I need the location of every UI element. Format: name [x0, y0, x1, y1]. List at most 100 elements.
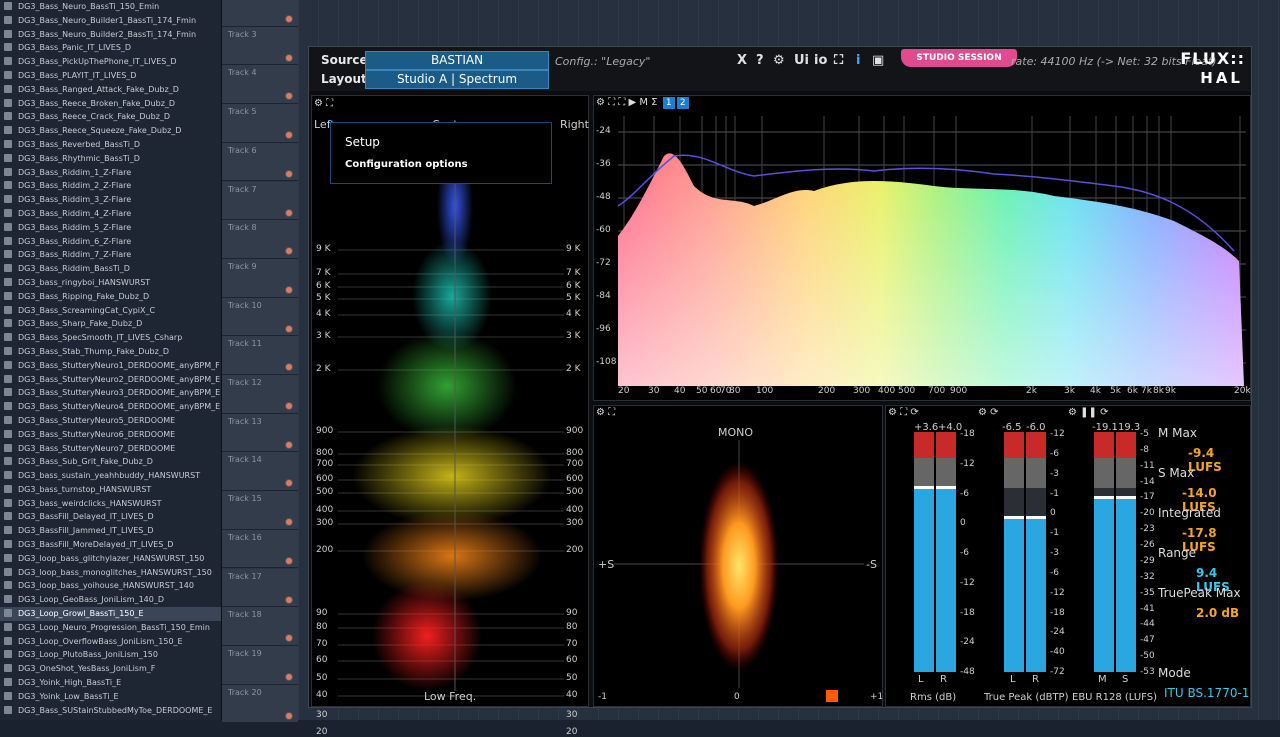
browser-item[interactable]: DG3_Bass_Riddim_1_Z-Flare	[0, 166, 221, 180]
track-header[interactable]: Track 19	[222, 645, 298, 685]
track-header[interactable]: Track 20	[222, 684, 298, 724]
layout-select[interactable]: Studio A | Spectrum	[365, 70, 549, 89]
track-mute-indicator[interactable]	[286, 635, 292, 642]
meter-toolbar-1[interactable]: ⚙ ⛶ ⟳	[888, 407, 919, 418]
browser-item[interactable]: DG3_Loop_PlutoBass_JoniLism_150	[0, 648, 221, 662]
info-icon[interactable]: i	[856, 53, 860, 68]
track-mute-indicator[interactable]	[286, 480, 292, 487]
browser-item[interactable]: DG3_Bass_SUStainStubbedMyToe_DERDOOME_E	[0, 704, 221, 718]
browser-item[interactable]: DG3_Loop_Neuro_Progression_BassTi_150_Em…	[0, 621, 221, 635]
track-mute-indicator[interactable]	[286, 170, 292, 177]
track-header[interactable]: Track 12	[222, 375, 298, 414]
browser-item[interactable]: DG3_Bass_Riddim_6_Z-Flare	[0, 235, 221, 249]
browser-item[interactable]: DG3_Bass_StutteryNeuro2_DERDOOME_anyBPM_…	[0, 373, 221, 387]
track-header[interactable]: Track 16	[222, 529, 298, 569]
browser-item[interactable]: DG3_Loop_Growl_BassTi_150_E	[0, 607, 221, 621]
track-header[interactable]: Track 17	[222, 568, 298, 608]
source-select[interactable]: BASTIAN	[365, 51, 549, 70]
track-mute-indicator[interactable]	[286, 673, 292, 680]
ui-icon[interactable]: Ui	[794, 53, 809, 68]
browser-item[interactable]: DG3_Bass_StutteryNeuro5_DERDOOME	[0, 414, 221, 428]
browser-item[interactable]: DG3_Bass_PickUpThePhone_IT_LIVES_D	[0, 55, 221, 69]
browser-item[interactable]: DG3_Bass_Reece_Squeeze_Fake_Dubz_D	[0, 124, 221, 138]
browser-item[interactable]: DG3_bass_turnstop_HANSWURST	[0, 483, 221, 497]
track-mute-indicator[interactable]	[286, 441, 292, 448]
browser-item[interactable]: DG3_Bass_Riddim_4_Z-Flare	[0, 207, 221, 221]
meter-toolbar-3[interactable]: ⚙ ❚❚ ⟳	[1068, 407, 1108, 418]
browser-item[interactable]: DG3_Bass_Rhythmic_BassTi_D	[0, 152, 221, 166]
track-header[interactable]: Track 6	[222, 142, 298, 182]
track-mute-indicator[interactable]	[286, 132, 292, 139]
browser-item[interactable]: DG3_bass_sustain_yeahhbuddy_HANSWURST	[0, 469, 221, 483]
track-mute-indicator[interactable]	[286, 364, 292, 371]
browser-item[interactable]: DG3_Yoink_Low_BassTi_E	[0, 690, 221, 704]
browser-item[interactable]: DG3_bass_ringyboi_HANSWURST	[0, 276, 221, 290]
track-header[interactable]: Track 7	[222, 181, 298, 221]
browser-item[interactable]: DG3_Bass_Riddim_7_Z-Flare	[0, 248, 221, 262]
browser-item[interactable]: DG3_Bass_Sub_Grit_Fake_Dubz_D	[0, 455, 221, 469]
track-header[interactable]: Track 8	[222, 220, 298, 259]
browser-item[interactable]: DG3_Bass_Ranged_Attack_Fake_Dubz_D	[0, 83, 221, 97]
browser-item[interactable]: DG3_Bass_StutteryNeuro1_DERDOOME_anyBPM_…	[0, 359, 221, 373]
track-mute-indicator[interactable]	[286, 286, 292, 293]
browser-item[interactable]: DG3_Bass_Reece_Broken_Fake_Dubz_D	[0, 97, 221, 111]
mode-value[interactable]: ITU BS.1770-1	[1164, 686, 1249, 700]
browser-item[interactable]: DG3_loop_bass_monoglitches_HANSWURST_150	[0, 566, 221, 580]
track-header[interactable]: Track 9	[222, 258, 298, 298]
close-icon[interactable]: X	[737, 53, 747, 68]
browser-item[interactable]: DG3_Bass_Riddim_5_Z-Flare	[0, 221, 221, 235]
browser-item[interactable]: DG3_loop_bass_yoihouse_HANSWURST_140	[0, 579, 221, 593]
track-header[interactable]: Track 14	[222, 452, 298, 492]
track-mute-indicator[interactable]	[286, 403, 292, 409]
track-mute-indicator[interactable]	[286, 248, 292, 255]
track-mute-indicator[interactable]	[286, 519, 292, 526]
browser-item[interactable]: DG3_Bass_Neuro_Builder2_BassTi_174_Fmin	[0, 28, 221, 42]
track-mute-indicator[interactable]	[286, 557, 292, 564]
browser-item[interactable]: DG3_Bass_Reverbed_BassTi_D	[0, 138, 221, 152]
browser-item[interactable]: DG3_Bass_Riddim_2_Z-Flare	[0, 179, 221, 193]
meter-toolbar-2[interactable]: ⚙ ⟳	[978, 407, 999, 418]
track-mute-indicator[interactable]	[286, 712, 292, 719]
browser-item[interactable]: DG3_Bass_SpecSmooth_IT_LIVES_Csharp	[0, 331, 221, 345]
browser-item[interactable]: DG3_Bass_Panic_IT_LIVES_D	[0, 41, 221, 55]
browser-item[interactable]: DG3_Bass_Riddim_BassTi_D	[0, 262, 221, 276]
studio-session-badge[interactable]: STUDIO SESSION	[901, 49, 1017, 67]
track-header[interactable]: Track 13	[222, 413, 298, 453]
browser-item[interactable]: DG3_Bass_Riddim_3_Z-Flare	[0, 193, 221, 207]
track-header[interactable]: Track 5	[222, 104, 298, 143]
browser-item[interactable]: DG3_Bass_StutteryNeuro3_DERDOOME_anyBPM_…	[0, 386, 221, 400]
browser-item[interactable]: DG3_BassFill_Jammed_IT_LIVES_D	[0, 524, 221, 538]
browser-item[interactable]: DG3_Loop_GeoBass_JoniLism_140_D	[0, 593, 221, 607]
io-icon[interactable]: io	[814, 53, 827, 68]
browser-item[interactable]: DG3_OneShot_YesBass_JoniLism_F	[0, 662, 221, 676]
browser-item[interactable]: DG3_bass_weirdclicks_HANSWURST	[0, 497, 221, 511]
browser-item[interactable]: DG3_BassFill_Delayed_IT_LIVES_D	[0, 510, 221, 524]
track-header[interactable]: Track 18	[222, 607, 298, 646]
track-header[interactable]: Track 15	[222, 491, 298, 530]
browser-item[interactable]: DG3_BassFill_MoreDelayed_IT_LIVES_D	[0, 538, 221, 552]
track-mute-indicator[interactable]	[286, 325, 292, 332]
track-mute-indicator[interactable]	[286, 54, 292, 61]
browser-item[interactable]: DG3_Bass_StutteryNeuro6_DERDOOME	[0, 428, 221, 442]
browser-item[interactable]: DG3_Bass_ScreamingCat_CypiX_C	[0, 304, 221, 318]
window-icon[interactable]: ▣	[872, 53, 884, 68]
track-mute-indicator[interactable]	[286, 596, 292, 603]
track-header[interactable]: Track 11	[222, 336, 298, 375]
help-icon[interactable]: ?	[756, 53, 764, 68]
track-mute-indicator[interactable]	[286, 93, 292, 100]
browser-item[interactable]: DG3_Bass_Reece_Crack_Fake_Dubz_D	[0, 110, 221, 124]
browser-item[interactable]: DG3_Loop_OverflowBass_JoniLism_150_E	[0, 635, 221, 649]
track-header[interactable]: Track 2	[222, 0, 298, 27]
settings-icon[interactable]: ⚙	[773, 53, 785, 68]
browser-item[interactable]: DG3_Bass_Neuro_Builder1_BassTi_174_Fmin	[0, 14, 221, 28]
browser-item[interactable]: DG3_Yoink_High_BassTi_E	[0, 676, 221, 690]
track-header[interactable]: Track 4	[222, 65, 298, 105]
fullscreen-icon[interactable]: ⛶	[834, 53, 843, 68]
browser-item[interactable]: DG3_loop_bass_glitchylazer_HANSWURST_150	[0, 552, 221, 566]
track-header[interactable]: Track 10	[222, 297, 298, 337]
track-mute-indicator[interactable]	[286, 209, 292, 216]
browser-item[interactable]: DG3_Bass_Sharp_Fake_Dubz_D	[0, 317, 221, 331]
browser-item[interactable]: DG3_Bass_PLAYIT_IT_LIVES_D	[0, 69, 221, 83]
browser-item[interactable]: DG3_Bass_StutteryNeuro4_DERDOOME_anyBPM_…	[0, 400, 221, 414]
browser-item[interactable]: DG3_Bass_Ripping_Fake_Dubz_D	[0, 290, 221, 304]
